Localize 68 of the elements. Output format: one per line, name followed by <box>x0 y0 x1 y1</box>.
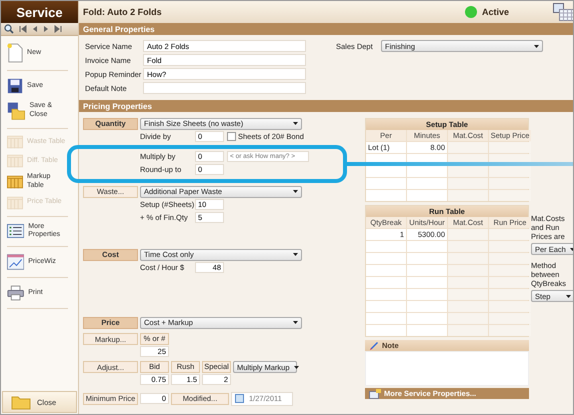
section-header: General Properties <box>79 23 573 35</box>
table-cell <box>407 277 447 288</box>
record-title: Fold: Auto 2 Folds <box>83 7 163 17</box>
section-header: Pricing Properties <box>79 100 573 112</box>
table-cell <box>407 325 447 336</box>
caret-icon <box>293 321 298 324</box>
folder-icon <box>11 394 31 410</box>
caret-icon <box>294 366 299 368</box>
text-field[interactable] <box>143 82 306 94</box>
table-icon <box>7 196 24 210</box>
table-cell <box>366 166 406 177</box>
table-cell <box>366 325 406 336</box>
table-cell <box>366 301 406 312</box>
caret-icon <box>534 44 539 48</box>
table-cell <box>448 229 488 240</box>
table-cell <box>448 289 488 300</box>
table-cell <box>407 178 447 189</box>
pencil-icon <box>369 340 379 350</box>
calendar-icon[interactable] <box>553 3 573 21</box>
table-cell <box>366 265 406 276</box>
save-folder-icon <box>7 100 26 122</box>
checklist-icon <box>7 223 24 240</box>
table-cell <box>448 301 488 312</box>
printer-icon <box>7 284 24 302</box>
table-cell <box>407 166 447 177</box>
caret-icon <box>570 248 573 250</box>
table-cell <box>366 277 406 288</box>
table-cell <box>366 241 406 252</box>
table-cell <box>366 253 406 264</box>
form-icon <box>369 388 381 398</box>
caret-icon <box>293 190 298 193</box>
table-cell <box>366 178 406 189</box>
table-cell <box>448 277 488 288</box>
table-cell <box>407 253 447 264</box>
status-label: Active <box>482 7 509 17</box>
previous-icon[interactable] <box>32 25 38 33</box>
caret-icon <box>293 253 298 256</box>
table-cell <box>448 142 488 153</box>
search-icon[interactable] <box>4 24 14 34</box>
table-cell <box>448 313 488 324</box>
next-icon[interactable] <box>43 25 49 33</box>
table-cell <box>407 301 447 312</box>
document-icon <box>7 42 24 64</box>
table-cell <box>366 313 406 324</box>
table-cell <box>407 289 447 300</box>
first-record-icon[interactable] <box>19 25 27 33</box>
table-cell <box>366 289 406 300</box>
last-record-icon[interactable] <box>54 25 62 33</box>
chart-window-icon <box>7 253 24 271</box>
sidebar-title: Service <box>1 1 78 23</box>
table-cell <box>407 241 447 252</box>
table-cell <box>448 178 488 189</box>
table-cell <box>407 313 447 324</box>
table-cell <box>448 265 488 276</box>
table-cell <box>448 241 488 252</box>
table-icon <box>7 174 24 189</box>
table-cell <box>366 190 406 201</box>
caret-icon <box>566 294 571 298</box>
table-icon <box>7 135 24 149</box>
checkbox[interactable] <box>227 132 236 141</box>
table-cell <box>407 265 447 276</box>
table-cell <box>448 166 488 177</box>
note-field[interactable] <box>365 351 529 386</box>
table-icon <box>7 154 24 168</box>
table-cell <box>407 190 447 201</box>
checkbox[interactable] <box>235 394 244 403</box>
caret-icon <box>293 122 298 125</box>
table-cell <box>448 253 488 264</box>
